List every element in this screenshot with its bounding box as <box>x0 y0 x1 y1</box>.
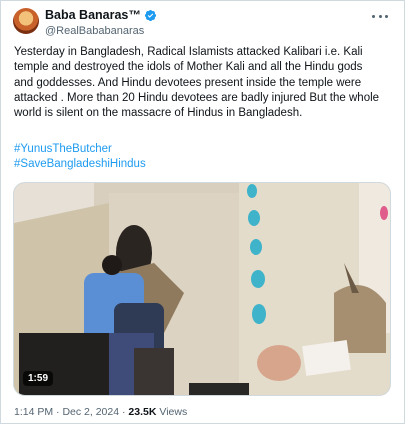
tweet-card: Baba Banaras™ @RealBababanaras Yesterday… <box>0 0 405 424</box>
video-duration: 1:59 <box>23 371 54 386</box>
more-options-icon[interactable] <box>372 9 388 23</box>
verified-badge-icon <box>144 9 156 21</box>
avatar[interactable] <box>13 8 39 34</box>
author-name[interactable]: Baba Banaras™ <box>45 8 141 22</box>
author-handle[interactable]: @RealBababanaras <box>45 25 144 37</box>
hashtag-link[interactable]: #YunusTheButcher <box>14 142 146 157</box>
video-frame <box>14 183 390 395</box>
hashtag-link[interactable]: #SaveBangladeshiHindus <box>14 157 146 172</box>
meta-separator: · <box>122 406 126 418</box>
tweet-date[interactable]: Dec 2, 2024 <box>62 406 119 418</box>
tweet-text: Yesterday in Bangladesh, Radical Islamis… <box>14 46 380 120</box>
video-player[interactable]: 1:59 <box>13 182 391 396</box>
author-name-row[interactable]: Baba Banaras™ <box>45 8 157 22</box>
views-count: 23.5K <box>128 406 157 418</box>
tweet-time[interactable]: 1:14 PM <box>14 406 53 418</box>
meta-separator: · <box>56 406 60 418</box>
tweet-meta: 1:14 PM · Dec 2, 2024 · 23.5K Views <box>14 406 187 418</box>
views-label: Views <box>159 406 188 418</box>
hashtag-list: #YunusTheButcher #SaveBangladeshiHindus <box>14 142 146 173</box>
